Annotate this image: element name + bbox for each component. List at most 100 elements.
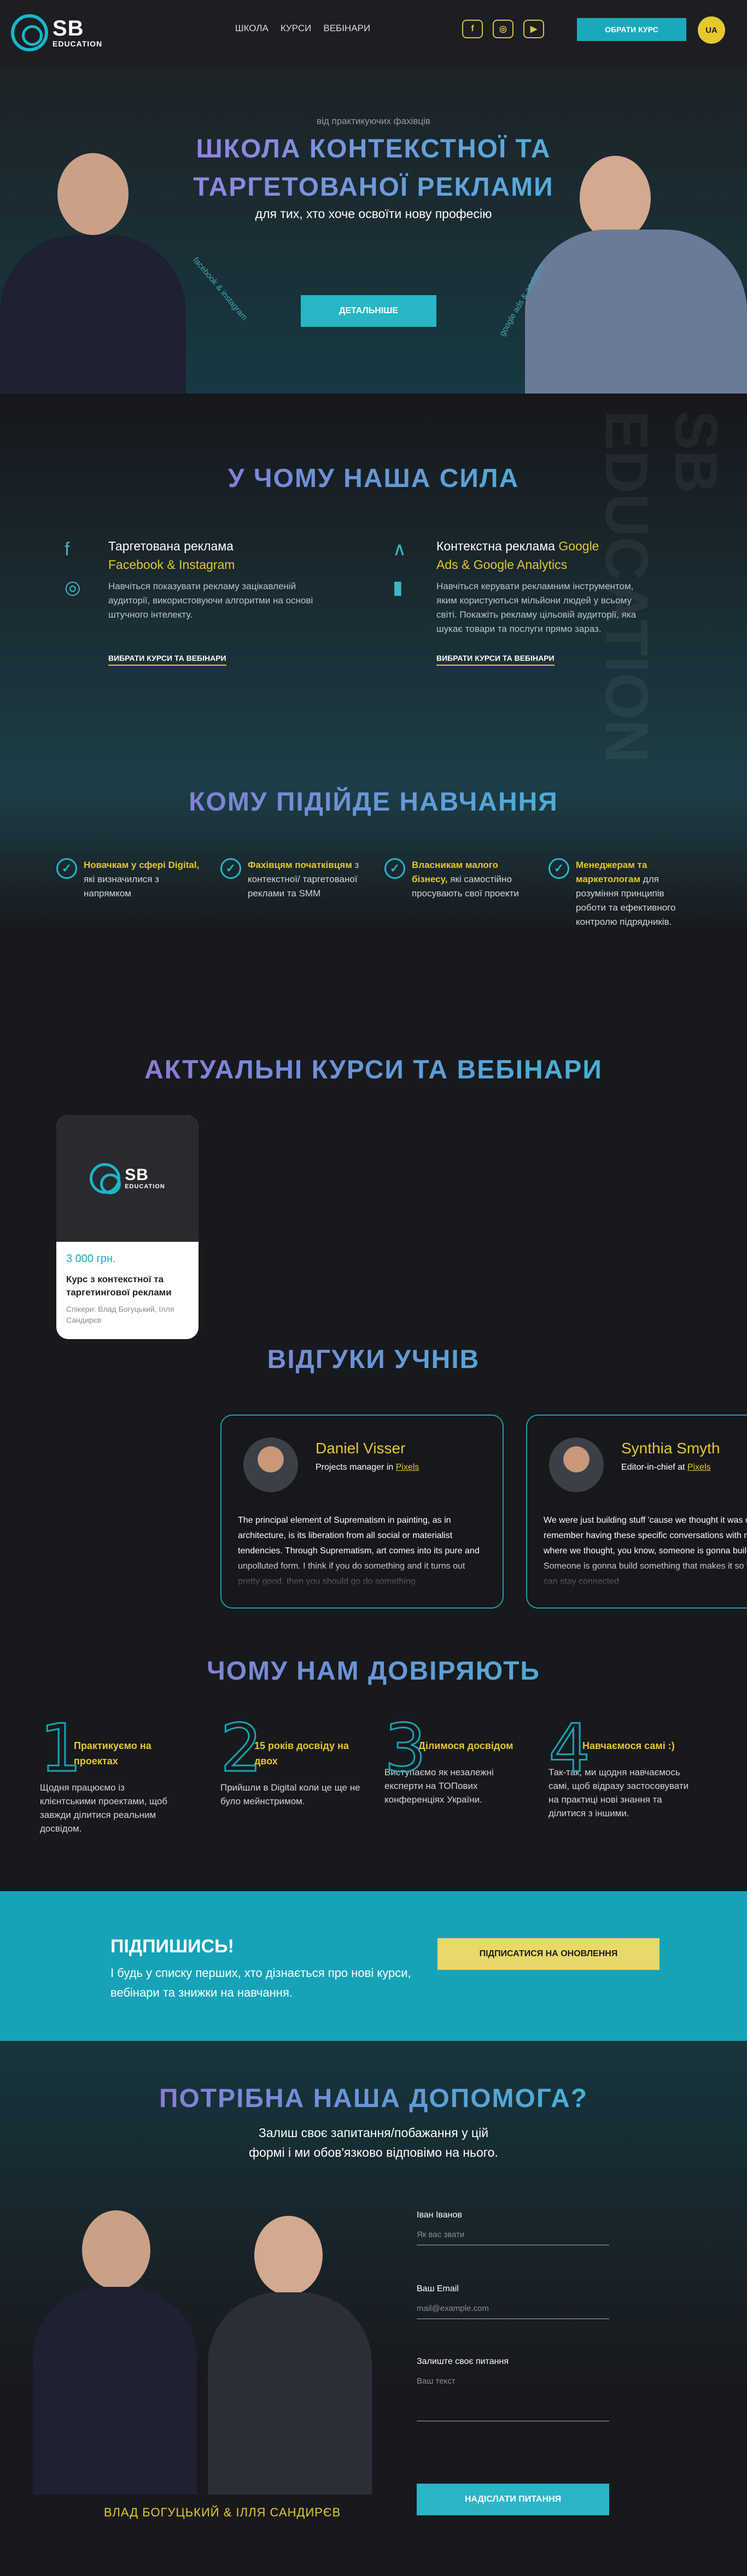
reviewer-role-text: Editor-in-chief at (621, 1463, 687, 1472)
nav-school[interactable]: ШКОЛА (235, 23, 269, 34)
course-title: Курс з контекстної та таргетингової рекл… (66, 1274, 172, 1298)
contact-desc: Залиш своє запитання/побажання у цій фор… (0, 2123, 747, 2162)
review-text: The principal element of Suprematism in … (238, 1516, 480, 1586)
reviewer-org-link[interactable]: Pixels (687, 1463, 711, 1472)
audience-text: Фахівцям початківцям з контекстної/ тарг… (248, 858, 363, 901)
instagram-icon[interactable]: ◎ (493, 20, 513, 38)
course-speakers: Спікери: Влад Богуцький, Ілля Сандирєв (66, 1305, 174, 1324)
review-card: Daniel Visser Projects manager in Pixels… (220, 1415, 504, 1609)
check-icon: ✓ (548, 858, 569, 879)
reviewer-org-link[interactable]: Pixels (396, 1463, 419, 1472)
audience-highlight: Новачкам у сфері Digital, (84, 860, 200, 870)
hero-title-line-2: ТАРГЕТОВАНОЇ РЕКЛАМИ (193, 173, 554, 202)
check-icon: ✓ (384, 858, 405, 879)
context-ads-heading: Контекстна реклама Google Ads & Google A… (436, 537, 650, 574)
choose-courses-link[interactable]: ВИБРАТИ КУРСИ ТА ВЕБІНАРИ (436, 654, 555, 666)
subscribe-desc: І будь у списку перших, хто дізнається п… (110, 1966, 411, 1999)
audience-highlight: Менеджерам та маркетологам (576, 860, 647, 884)
question-field[interactable]: Залиште своє питання Ваш текст (417, 2357, 609, 2421)
hero: facebook & instagram google ads & analyt… (0, 66, 747, 394)
speaker-photo-right (208, 2210, 372, 2495)
nav-courses[interactable]: КУРСИ (281, 23, 312, 34)
name-label: Іван Іванов (417, 2210, 462, 2220)
reviews-section: ВІДГУКИ УЧНІВ Daniel Visser Projects man… (0, 1328, 747, 1656)
subscribe-button[interactable]: ПІДПИСАТИСЯ НА ОНОВЛЕННЯ (437, 1938, 660, 1970)
trust-number: 4 (547, 1711, 591, 1787)
context-ads-desc: Навчіться керувати рекламним інструменто… (436, 581, 637, 634)
review-text: We were just building stuff 'cause we th… (544, 1516, 747, 1586)
facebook-icon[interactable]: f (462, 20, 483, 38)
context-ads-platforms: Ads & Google Analytics (436, 558, 568, 572)
logo[interactable]: SB EDUCATION (11, 14, 102, 51)
section-title: ПОТРІБНА НАША ДОПОМОГА? (0, 2084, 747, 2114)
speaker-left-body (0, 235, 186, 394)
audience-desc: які визначилися з напрямком (84, 874, 159, 899)
trust-title: 15 років досвіду на двох (254, 1740, 349, 1767)
check-icon: ✓ (220, 858, 241, 879)
trust-item: 3 Ділимося досвідом Виступаємо як незале… (383, 1711, 527, 1806)
review-card: Synthia Smyth Editor-in-chief at Pixels … (526, 1415, 747, 1609)
speaker-right-head (254, 2216, 323, 2295)
section-title: АКТУАЛЬНІ КУРСИ ТА ВЕБІНАРИ (0, 1055, 747, 1085)
target-ads-platforms: Facebook & Instagram (108, 558, 235, 572)
avatar (243, 1437, 298, 1492)
details-button[interactable]: ДЕТАЛЬНІШЕ (301, 295, 436, 327)
contact-desc-line-1: Залиш своє запитання/побажання у цій (258, 2126, 489, 2140)
speaker-right-body (208, 2292, 372, 2495)
site-header: SB EDUCATION ШКОЛА КУРСИ ВЕБІНАРИ f ◎ ▶ … (0, 0, 747, 66)
reviewer-role-text: Projects manager in (316, 1463, 396, 1472)
reviewer-name: Synthia Smyth (621, 1440, 720, 1457)
name-field[interactable]: Іван Іванов Як вас звати (417, 2210, 609, 2245)
target-ads-block: f ◎ Таргетована реклама Facebook & Insta… (65, 537, 322, 666)
main-nav: ШКОЛА КУРСИ ВЕБІНАРИ (235, 23, 370, 34)
trust-item: 2 15 років досвіду на двох Прийшли в Dig… (219, 1715, 368, 1808)
trust-title: Практикуємо на проектах (74, 1740, 151, 1767)
speakers-names: ВЛАД БОГУЦЬКИЙ & ІЛЛЯ САНДИРЄВ (104, 2505, 341, 2519)
choose-course-button[interactable]: ОБРАТИ КУРС (577, 18, 686, 41)
choose-courses-link[interactable]: ВИБРАТИ КУРСИ ТА ВЕБІНАРИ (108, 654, 226, 666)
courses-section: АКТУАЛЬНІ КУРСИ ТА ВЕБІНАРИ SB EDUCATION… (0, 1055, 747, 1339)
google-ads-icon: ∧ (393, 539, 406, 560)
hero-tagline: для тих, хто хоче освоїти нову професію (255, 207, 492, 221)
name-input[interactable]: Як вас звати (417, 2230, 609, 2245)
logo-title: SB (52, 16, 84, 40)
reviewer-role: Projects manager in Pixels (316, 1463, 419, 1472)
speaker-right-body (525, 230, 747, 394)
audience-item: ✓ Власникам малого бізнесу, які самостій… (384, 858, 532, 901)
section-title: КОМУ ПІДІЙДЕ НАВЧАННЯ (0, 787, 747, 817)
email-input[interactable]: mail@example.com (417, 2304, 609, 2319)
subscribe-title: ПІДПИШИСЬ! (110, 1936, 234, 1957)
instagram-icon: ◎ (65, 577, 81, 598)
audience-text: Менеджерам та маркетологам для розуміння… (576, 858, 680, 929)
logo-mark-icon (11, 14, 48, 51)
context-ads-block: ∧ ▮ Контекстна реклама Google Ads & Goog… (393, 537, 650, 666)
course-logo-subtitle: EDUCATION (125, 1183, 165, 1190)
language-switch[interactable]: UA (698, 16, 725, 44)
facebook-icon: f (65, 539, 70, 560)
trust-title: Ділимося досвідом (418, 1740, 513, 1751)
section-title: У ЧОМУ НАША СИЛА (0, 463, 747, 494)
contact-section: ПОТРІБНА НАША ДОПОМОГА? Залиш своє запит… (0, 2041, 747, 2527)
ring-text-left: facebook & instagram (191, 255, 249, 322)
trust-title: Навчаємося самі :) (582, 1740, 675, 1751)
contact-desc-line-2: формі і ми обов'язково відповімо на ньог… (249, 2145, 498, 2160)
trust-number: 3 (383, 1711, 427, 1787)
course-price: 3 000 грн. (66, 1253, 116, 1265)
speaker-photo-left (0, 66, 186, 394)
audience-text: Власникам малого бізнесу, які самостійно… (412, 858, 532, 901)
send-question-button[interactable]: НАДІСЛАТИ ПИТАННЯ (417, 2484, 609, 2515)
subscribe-section: ПІДПИШИСЬ! І будь у списку перших, хто д… (0, 1891, 747, 2041)
trust-item: 1 Практикуємо на проектах Щодня працюємо… (39, 1711, 177, 1835)
logo-mark-icon (90, 1163, 121, 1194)
trust-number: 1 (39, 1711, 82, 1787)
reviewer-role: Editor-in-chief at Pixels (621, 1463, 711, 1472)
course-card-cover: SB EDUCATION (56, 1115, 199, 1242)
email-field[interactable]: Ваш Email mail@example.com (417, 2284, 609, 2319)
course-logo-text: SB EDUCATION (125, 1167, 165, 1190)
nav-webinars[interactable]: ВЕБІНАРИ (323, 23, 370, 34)
youtube-icon[interactable]: ▶ (523, 20, 544, 38)
trust-section: ЧОМУ НАМ ДОВІРЯЮТЬ 1 Практикуємо на прое… (0, 1656, 747, 1891)
question-textarea[interactable]: Ваш текст (417, 2377, 609, 2421)
audience-item: ✓ Новачкам у сфері Digital, які визначил… (56, 858, 204, 901)
course-card[interactable]: SB EDUCATION 3 000 грн. Курс з контекстн… (56, 1115, 199, 1339)
